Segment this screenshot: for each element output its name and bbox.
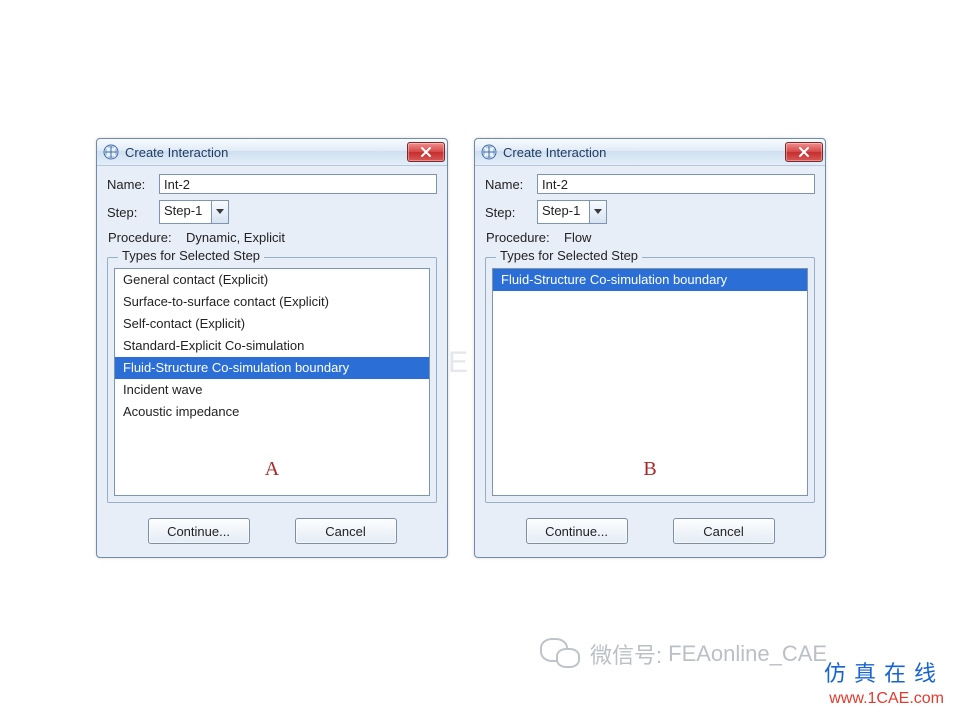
name-row: Name:: [485, 174, 815, 194]
step-label: Step:: [485, 205, 537, 220]
name-input[interactable]: [159, 174, 437, 194]
titlebar[interactable]: Create Interaction: [475, 139, 825, 166]
titlebar[interactable]: Create Interaction: [97, 139, 447, 166]
procedure-label: Procedure:: [486, 230, 564, 245]
brand-name-cn: 仿真在线: [824, 656, 944, 688]
groupbox-caption: Types for Selected Step: [496, 248, 642, 263]
list-item[interactable]: Fluid-Structure Co-simulation boundary: [115, 357, 429, 379]
list-item[interactable]: Self-contact (Explicit): [115, 313, 429, 335]
step-select[interactable]: Step-1: [159, 200, 229, 224]
name-label: Name:: [107, 177, 159, 192]
app-icon: [481, 144, 497, 160]
dialog-body: Name: Step: Step-1 Procedure: Dynamic, E…: [97, 166, 447, 509]
name-input[interactable]: [537, 174, 815, 194]
wechat-icon: [540, 636, 580, 672]
continue-button[interactable]: Continue...: [526, 518, 628, 544]
name-label: Name:: [485, 177, 537, 192]
procedure-value: Flow: [564, 230, 591, 245]
brand-watermark: 仿真在线 www.1CAE.com: [824, 656, 944, 708]
wechat-prefix: 微信号:: [590, 638, 662, 670]
cancel-button[interactable]: Cancel: [673, 518, 775, 544]
types-groupbox: Types for Selected Step Fluid-Structure …: [485, 257, 815, 503]
chevron-down-icon: [589, 201, 606, 223]
chevron-down-icon: [211, 201, 228, 223]
list-item[interactable]: Acoustic impedance: [115, 401, 429, 423]
dialog-buttons: Continue... Cancel: [475, 509, 825, 557]
step-value: Step-1: [538, 201, 589, 223]
name-row: Name:: [107, 174, 437, 194]
procedure-value: Dynamic, Explicit: [186, 230, 285, 245]
list-item[interactable]: General contact (Explicit): [115, 269, 429, 291]
procedure-row: Procedure: Dynamic, Explicit: [107, 230, 437, 245]
step-value: Step-1: [160, 201, 211, 223]
figure-label-a: A: [265, 458, 279, 481]
dialog-create-interaction-a: Create Interaction Name: Step: Step-1 Pr…: [96, 138, 448, 558]
wechat-watermark: 微信号: FEAonline_CAE: [540, 636, 827, 672]
wechat-id: FEAonline_CAE: [668, 641, 827, 667]
dialog-create-interaction-b: Create Interaction Name: Step: Step-1 Pr…: [474, 138, 826, 558]
list-item[interactable]: Standard-Explicit Co-simulation: [115, 335, 429, 357]
procedure-label: Procedure:: [108, 230, 186, 245]
dialog-body: Name: Step: Step-1 Procedure: Flow Types…: [475, 166, 825, 509]
types-listbox-b[interactable]: Fluid-Structure Co-simulation boundary B: [492, 268, 808, 496]
list-item[interactable]: Fluid-Structure Co-simulation boundary: [493, 269, 807, 291]
figure-label-b: B: [643, 458, 656, 481]
app-icon: [103, 144, 119, 160]
step-row: Step: Step-1: [485, 200, 815, 224]
step-select[interactable]: Step-1: [537, 200, 607, 224]
step-row: Step: Step-1: [107, 200, 437, 224]
dialog-title: Create Interaction: [503, 145, 785, 160]
types-listbox-a[interactable]: General contact (Explicit)Surface-to-sur…: [114, 268, 430, 496]
list-item[interactable]: Surface-to-surface contact (Explicit): [115, 291, 429, 313]
close-button[interactable]: [407, 142, 445, 162]
procedure-row: Procedure: Flow: [485, 230, 815, 245]
brand-url: www.1CAE.com: [824, 690, 944, 708]
step-label: Step:: [107, 205, 159, 220]
dialog-title: Create Interaction: [125, 145, 407, 160]
close-icon: [420, 147, 432, 157]
close-button[interactable]: [785, 142, 823, 162]
close-icon: [798, 147, 810, 157]
continue-button[interactable]: Continue...: [148, 518, 250, 544]
dialog-buttons: Continue... Cancel: [97, 509, 447, 557]
cancel-button[interactable]: Cancel: [295, 518, 397, 544]
groupbox-caption: Types for Selected Step: [118, 248, 264, 263]
list-item[interactable]: Incident wave: [115, 379, 429, 401]
types-groupbox: Types for Selected Step General contact …: [107, 257, 437, 503]
